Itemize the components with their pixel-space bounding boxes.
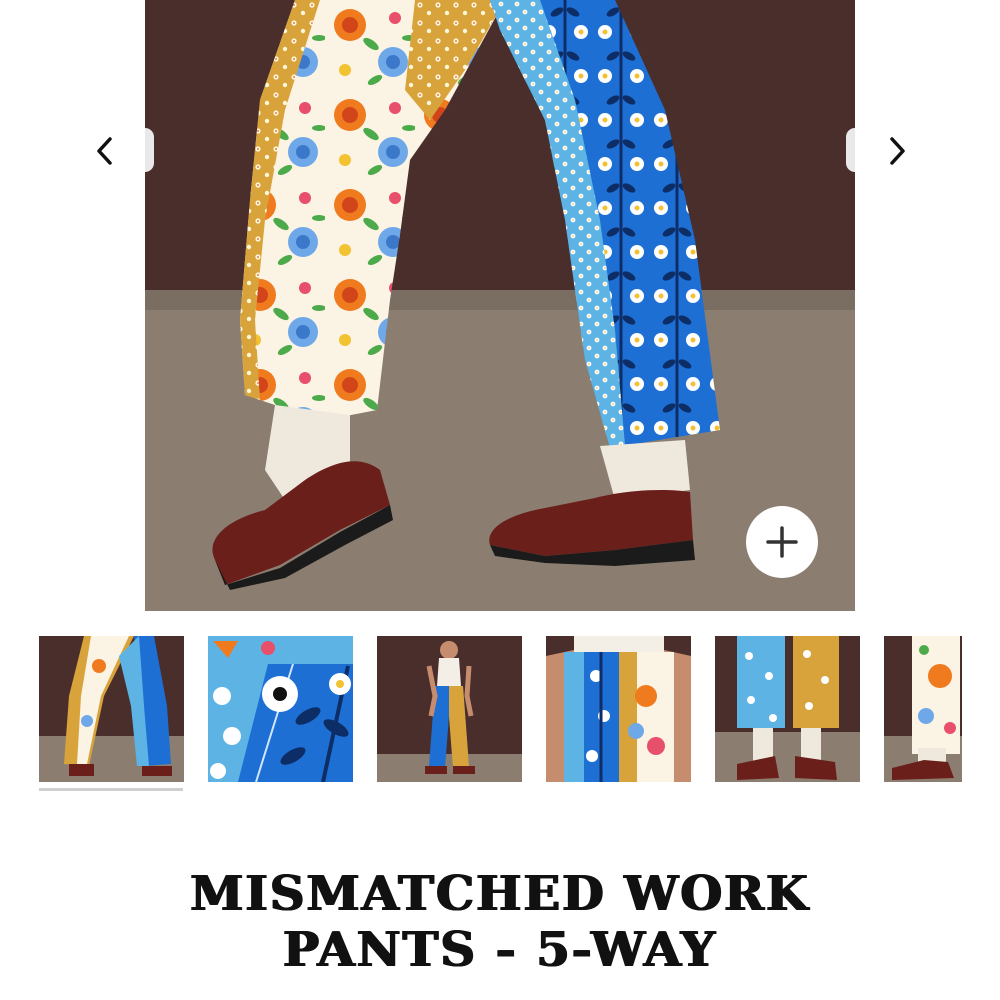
plus-icon [766, 526, 798, 558]
thumbnail-4[interactable] [546, 636, 691, 782]
chevron-left-icon [97, 137, 112, 165]
thumbnail-active-indicator [39, 788, 183, 791]
product-title-line2: PANTS - 5-WAY [282, 922, 718, 978]
product-title: MISMATCHED WORK PANTS - 5-WAY [0, 866, 1000, 978]
next-image-button[interactable] [872, 126, 922, 176]
thumbnail-1[interactable] [39, 636, 184, 782]
previous-image-button[interactable] [80, 126, 130, 176]
main-product-image[interactable] [145, 0, 855, 611]
product-title-line1: MISMATCHED WORK [190, 866, 810, 922]
thumbnail-strip [0, 636, 1000, 796]
thumbnail-3[interactable] [377, 636, 522, 782]
next-edge-tab [846, 128, 855, 172]
chevron-right-icon [890, 137, 905, 165]
prev-edge-tab [145, 128, 154, 172]
zoom-button[interactable] [746, 506, 818, 578]
thumbnail-5[interactable] [715, 636, 860, 782]
thumbnail-6[interactable] [884, 636, 962, 782]
thumbnail-2[interactable] [208, 636, 353, 782]
